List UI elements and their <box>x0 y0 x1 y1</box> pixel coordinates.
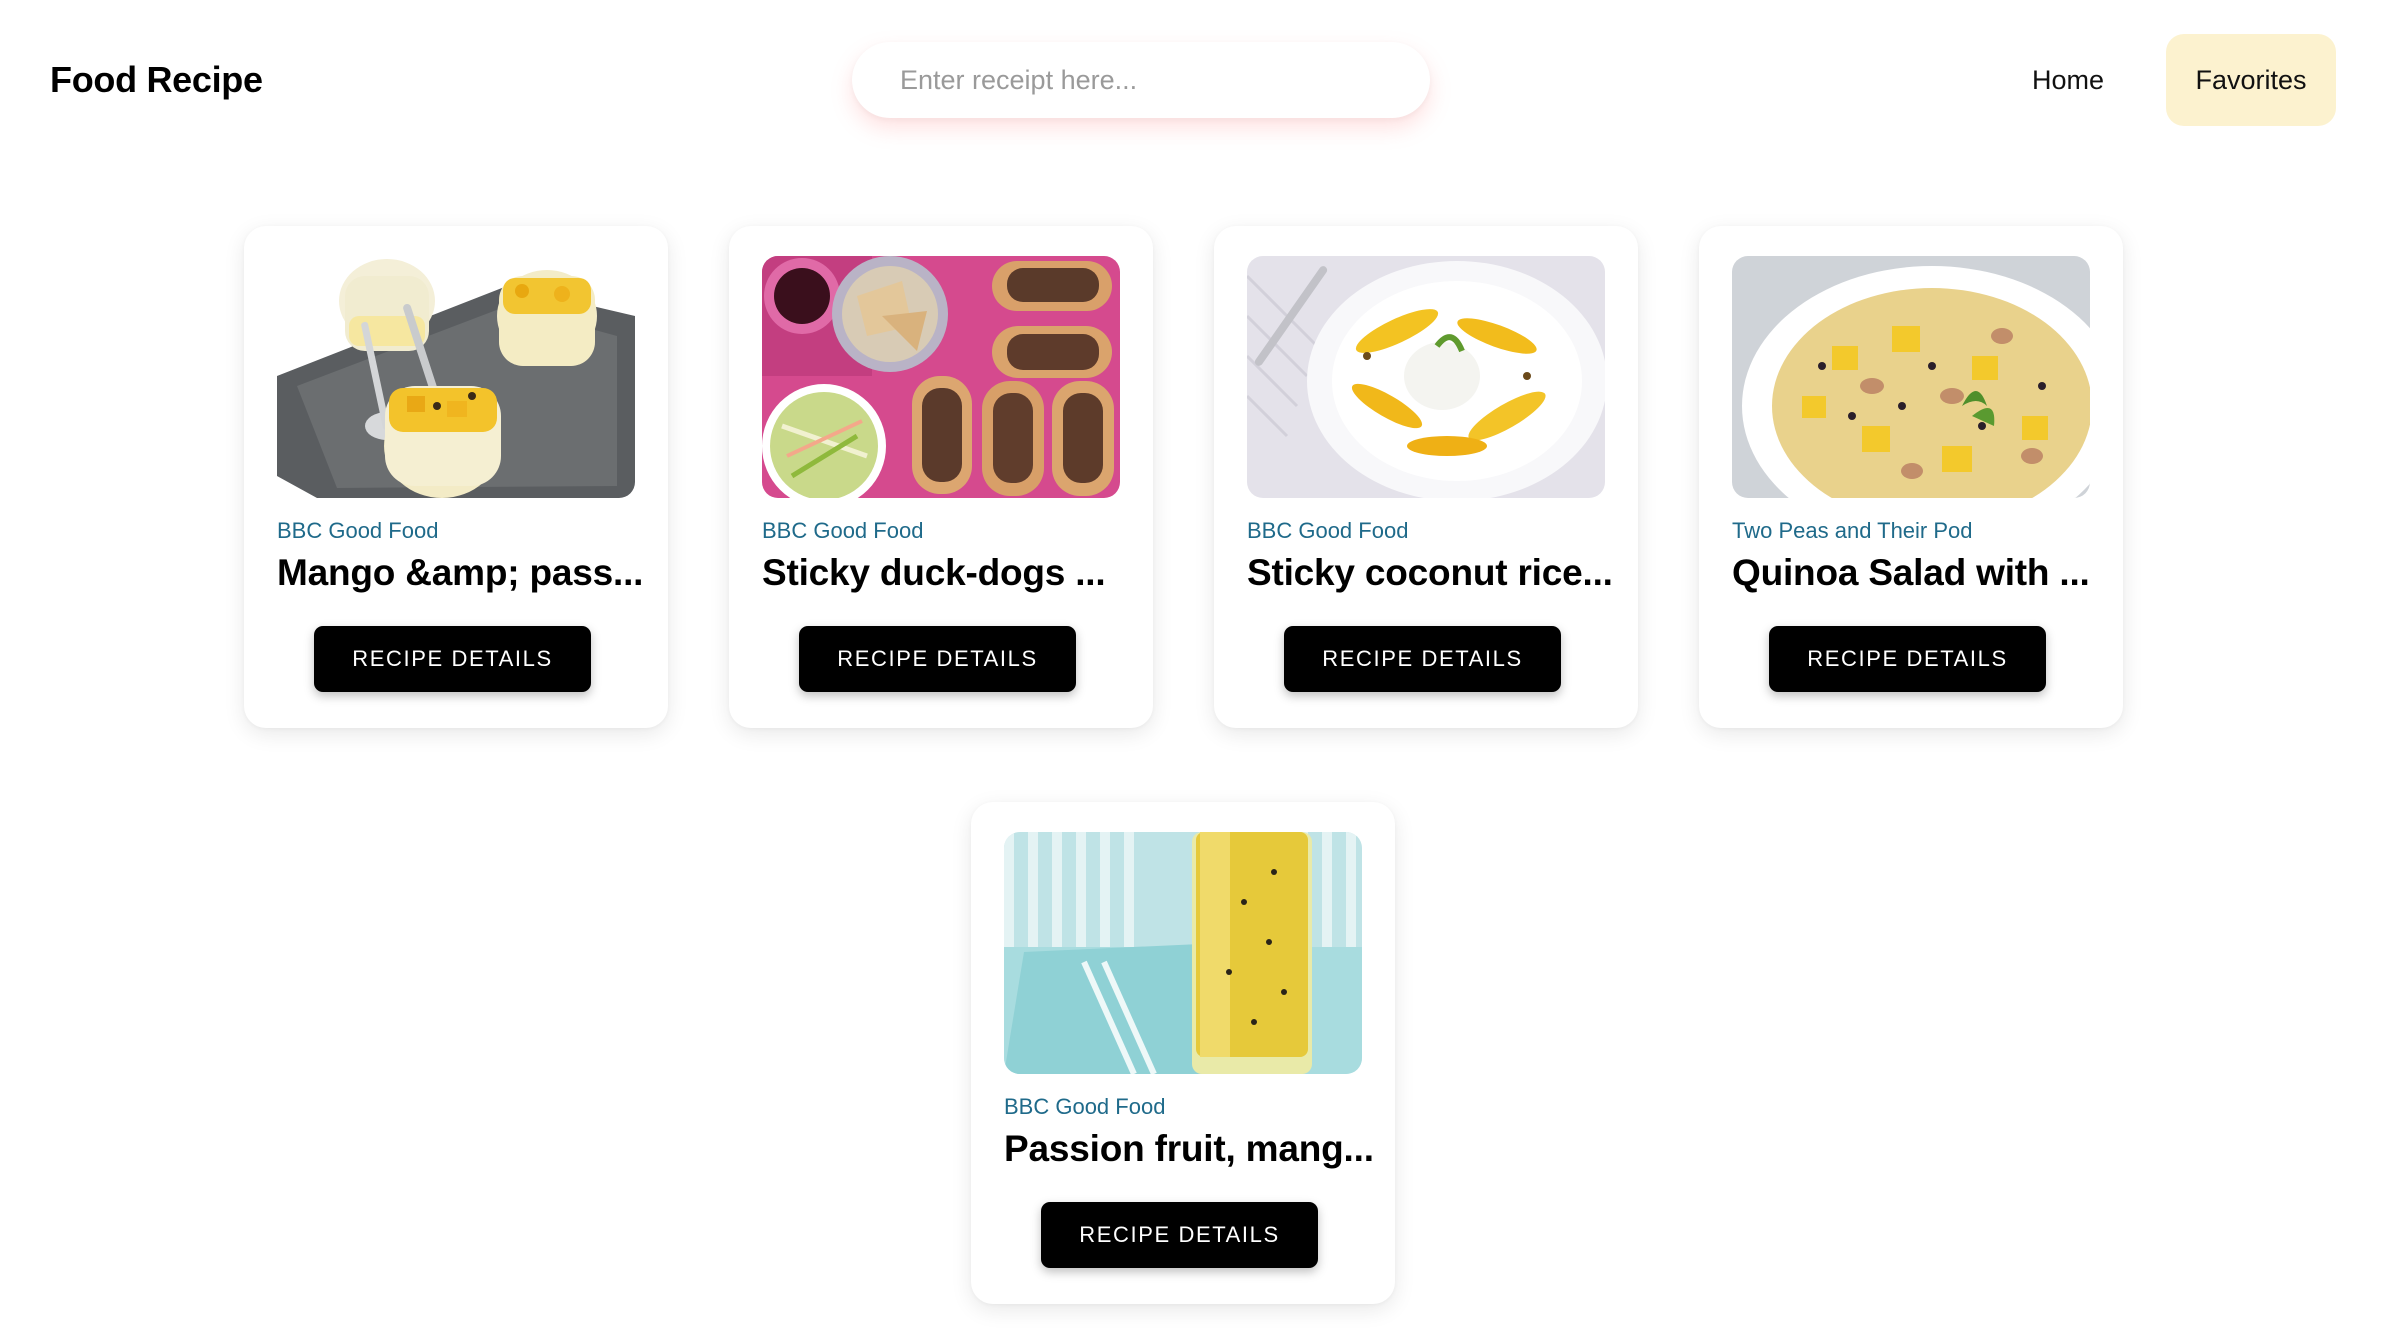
recipe-card: BBC Good Food Passion fruit, mang... REC… <box>971 802 1395 1304</box>
recipe-details-button[interactable]: RECIPE DETAILS <box>799 626 1076 692</box>
recipe-title: Mango &amp; pass... <box>277 552 644 593</box>
recipe-card: Two Peas and Their Pod Quinoa Salad with… <box>1699 226 2123 728</box>
recipe-details-button[interactable]: RECIPE DETAILS <box>1284 626 1561 692</box>
recipe-source: BBC Good Food <box>1247 518 1409 543</box>
recipe-source: BBC Good Food <box>277 518 439 543</box>
recipe-title: Sticky coconut rice... <box>1247 552 1613 593</box>
recipe-image[interactable] <box>1247 256 1605 498</box>
recipe-image[interactable] <box>1004 832 1362 1074</box>
recipe-card: BBC Good Food Sticky coconut rice... REC… <box>1214 226 1638 728</box>
recipe-title: Sticky duck-dogs ... <box>762 552 1106 593</box>
recipe-details-button[interactable]: RECIPE DETAILS <box>314 626 591 692</box>
recipe-card: BBC Good Food Mango &amp; pass... RECIPE… <box>244 226 668 728</box>
nav-home-link[interactable]: Home <box>2010 34 2126 126</box>
recipe-source: BBC Good Food <box>762 518 924 543</box>
recipe-source: Two Peas and Their Pod <box>1732 518 1973 543</box>
recipe-card: BBC Good Food Sticky duck-dogs ... RECIP… <box>729 226 1153 728</box>
recipe-details-button[interactable]: RECIPE DETAILS <box>1769 626 2046 692</box>
recipe-image[interactable] <box>277 256 635 498</box>
recipe-title: Passion fruit, mang... <box>1004 1128 1374 1169</box>
recipe-details-button[interactable]: RECIPE DETAILS <box>1041 1202 1318 1268</box>
nav-favorites-link[interactable]: Favorites <box>2166 34 2336 126</box>
recipe-title: Quinoa Salad with ... <box>1732 552 2090 593</box>
recipe-image[interactable] <box>1732 256 2090 498</box>
recipe-image[interactable] <box>762 256 1120 498</box>
search-input[interactable] <box>852 42 1430 118</box>
navbar: Food Recipe Home Favorites <box>0 0 2386 160</box>
recipe-source: BBC Good Food <box>1004 1094 1166 1119</box>
search-bar <box>852 42 1430 118</box>
brand-logo[interactable]: Food Recipe <box>50 56 263 104</box>
